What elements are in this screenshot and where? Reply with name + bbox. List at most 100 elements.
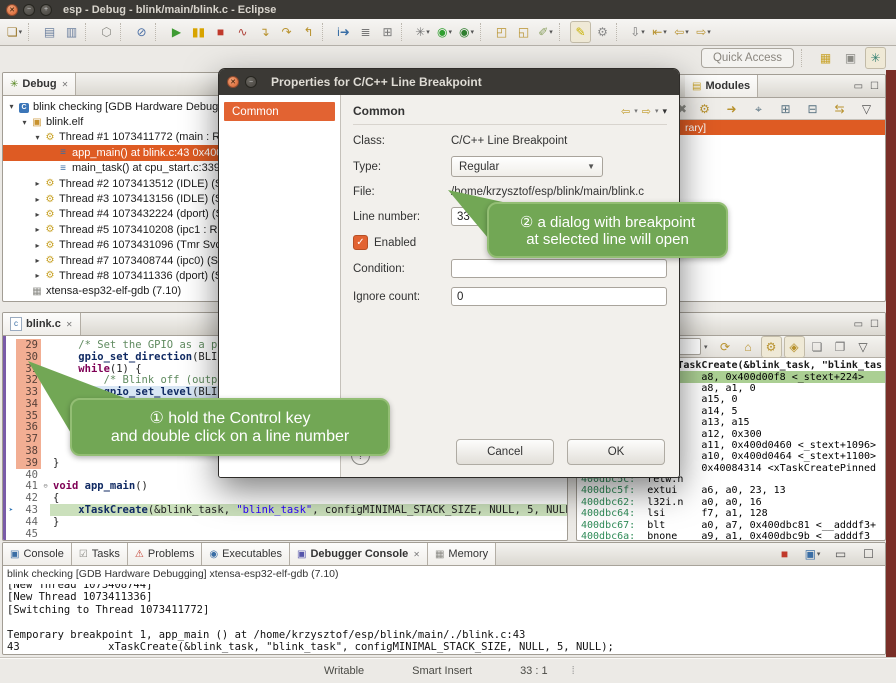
last-edit-location-icon[interactable]: ⇤▾	[649, 21, 670, 43]
new-wizard-icon[interactable]: ❏▾	[4, 21, 25, 43]
minimize-view-icon[interactable]: ▭	[854, 319, 863, 330]
code-line[interactable]: 44}	[3, 516, 567, 528]
cancel-button[interactable]: Cancel	[456, 439, 554, 465]
build-binary-icon[interactable]: ⬡	[96, 21, 117, 43]
build-icon[interactable]: ✳▾	[412, 21, 433, 43]
expander-icon[interactable]: ▸	[32, 210, 43, 219]
step-over-icon[interactable]: ↷	[276, 21, 297, 43]
tab-tasks[interactable]: ☑Tasks	[72, 543, 128, 565]
resume-icon[interactable]: ▶	[166, 21, 187, 43]
goto-address-icon[interactable]: ➜	[721, 98, 742, 120]
disconnect-icon[interactable]: ∿	[232, 21, 253, 43]
close-icon[interactable]: ✕	[62, 80, 69, 89]
line-number[interactable]: 41	[16, 480, 41, 492]
tab-modules[interactable]: ▤ Modules	[685, 75, 758, 97]
back-icon[interactable]: ⇦	[621, 105, 630, 118]
line-number[interactable]: 45	[16, 528, 41, 540]
show-paths-icon[interactable]: ⚙	[694, 98, 715, 120]
close-icon[interactable]: ✕	[413, 550, 420, 559]
expander-icon[interactable]: ▸	[32, 271, 43, 280]
dialog-close-icon[interactable]: ✕	[227, 76, 239, 88]
back-icon[interactable]: ⇦▾	[671, 21, 692, 43]
expand-all-icon[interactable]: ⊞	[775, 98, 796, 120]
tab-debug[interactable]: ✳ Debug ✕	[3, 73, 76, 95]
import-project-icon[interactable]: ◱	[513, 21, 534, 43]
debug-perspective-icon[interactable]: ✳	[865, 47, 886, 69]
console-output[interactable]: [New Thread 1073408744][New Thread 10734…	[3, 584, 885, 655]
track-expression-icon[interactable]: ⚙	[761, 336, 782, 358]
collapse-all-icon[interactable]: ⊟	[802, 98, 823, 120]
new-view-icon[interactable]: ❏	[807, 336, 828, 358]
tab-executables[interactable]: ◉Executables	[202, 543, 290, 565]
debug-icon[interactable]: ◉▾	[456, 21, 477, 43]
tab-memory[interactable]: ▦Memory	[428, 543, 496, 565]
line-number[interactable]: 40	[16, 469, 41, 481]
preferences-icon[interactable]: ⚙	[592, 21, 613, 43]
skip-all-breakpoints-icon[interactable]: ⊘	[131, 21, 152, 43]
expander-icon[interactable]: ▸	[32, 241, 43, 250]
line-number[interactable]: 42	[16, 492, 41, 504]
expander-icon[interactable]: ▾	[32, 133, 43, 142]
tab-debugger-console[interactable]: ▣Debugger Console✕	[290, 543, 428, 565]
sidebar-item-common[interactable]: Common	[224, 102, 335, 121]
quick-access-button[interactable]: Quick Access	[701, 48, 794, 68]
code-line[interactable]: ➤43 xTaskCreate(&blink_task, "blink_task…	[3, 504, 567, 516]
terminate-icon[interactable]: ■	[210, 21, 231, 43]
terminate-console-icon[interactable]: ■	[774, 543, 795, 565]
view-menu-icon[interactable]: ▽	[856, 98, 877, 120]
enabled-checkbox[interactable]: ✓	[353, 235, 368, 250]
maximize-view-icon[interactable]: ☐	[858, 543, 879, 565]
cpp-perspective-icon[interactable]: ▣	[840, 47, 861, 69]
dialog-minimize-icon[interactable]: −	[245, 76, 257, 88]
open-project-icon[interactable]: ◰	[491, 21, 512, 43]
forward-icon[interactable]: ⇨▾	[693, 21, 714, 43]
step-into-icon[interactable]: ↴	[254, 21, 275, 43]
ok-button[interactable]: OK	[567, 439, 665, 465]
breakpoint-pointer-icon[interactable]: ➤	[6, 506, 16, 514]
maximize-view-icon[interactable]: ☐	[870, 319, 879, 330]
code-line[interactable]: 42{	[3, 492, 567, 504]
use-step-filters-icon[interactable]: ⊞	[377, 21, 398, 43]
save-all-icon[interactable]: ▥	[61, 21, 82, 43]
line-number[interactable]: 44	[16, 516, 41, 528]
forward-icon[interactable]: ⇨	[642, 105, 651, 118]
line-number[interactable]: 29	[16, 339, 41, 351]
type-select[interactable]: Regular ▼	[451, 156, 603, 177]
menu-icon[interactable]: ▾	[662, 106, 667, 117]
run-icon[interactable]: ◉▾	[434, 21, 455, 43]
ignore-count-input[interactable]	[451, 287, 667, 306]
close-icon[interactable]: ✕	[66, 320, 73, 329]
mark-occurrences-icon[interactable]: ⇩▾	[627, 21, 648, 43]
link-view-icon[interactable]: ⇆	[829, 98, 850, 120]
fold-icon[interactable]: ⊖	[41, 482, 50, 490]
suspend-icon[interactable]: ▮▮	[188, 21, 209, 43]
window-minimize-icon[interactable]: −	[23, 4, 35, 16]
minimize-view-icon[interactable]: ▭	[830, 543, 851, 565]
highlight-icon[interactable]: ✎	[570, 21, 591, 43]
expander-icon[interactable]: ▸	[32, 256, 43, 265]
minimize-view-icon[interactable]: ▭	[854, 81, 863, 92]
tab-blink-c[interactable]: c blink.c ✕	[3, 313, 81, 335]
save-icon[interactable]: ▤	[39, 21, 60, 43]
line-number[interactable]: 39	[16, 457, 41, 469]
annotate-icon[interactable]: ✐▾	[535, 21, 556, 43]
tab-console[interactable]: ▣Console	[3, 543, 72, 565]
expander-icon[interactable]: ▸	[32, 225, 43, 234]
instruction-stepping-icon[interactable]: i➜	[333, 21, 354, 43]
deselect-icon[interactable]: ⌖	[748, 98, 769, 120]
chevron-down-icon[interactable]: ▾	[704, 343, 708, 351]
window-close-icon[interactable]: ✕	[6, 4, 18, 16]
code-line[interactable]: 45	[3, 528, 567, 540]
tab-problems[interactable]: ⚠Problems	[128, 543, 202, 565]
refresh-icon[interactable]: ⟳	[715, 336, 736, 358]
condition-input[interactable]	[451, 259, 667, 278]
pin-view-icon[interactable]: ❐	[830, 336, 851, 358]
sync-selection-icon[interactable]: ◈	[784, 336, 805, 358]
step-return-icon[interactable]: ↰	[298, 21, 319, 43]
line-number[interactable]: 43	[16, 504, 41, 516]
expander-icon[interactable]: ▸	[32, 195, 43, 204]
drop-to-frame-icon[interactable]: ≣	[355, 21, 376, 43]
window-maximize-icon[interactable]: +	[40, 4, 52, 16]
expander-icon[interactable]: ▸	[32, 179, 43, 188]
view-menu-icon[interactable]: ▽	[853, 336, 874, 358]
